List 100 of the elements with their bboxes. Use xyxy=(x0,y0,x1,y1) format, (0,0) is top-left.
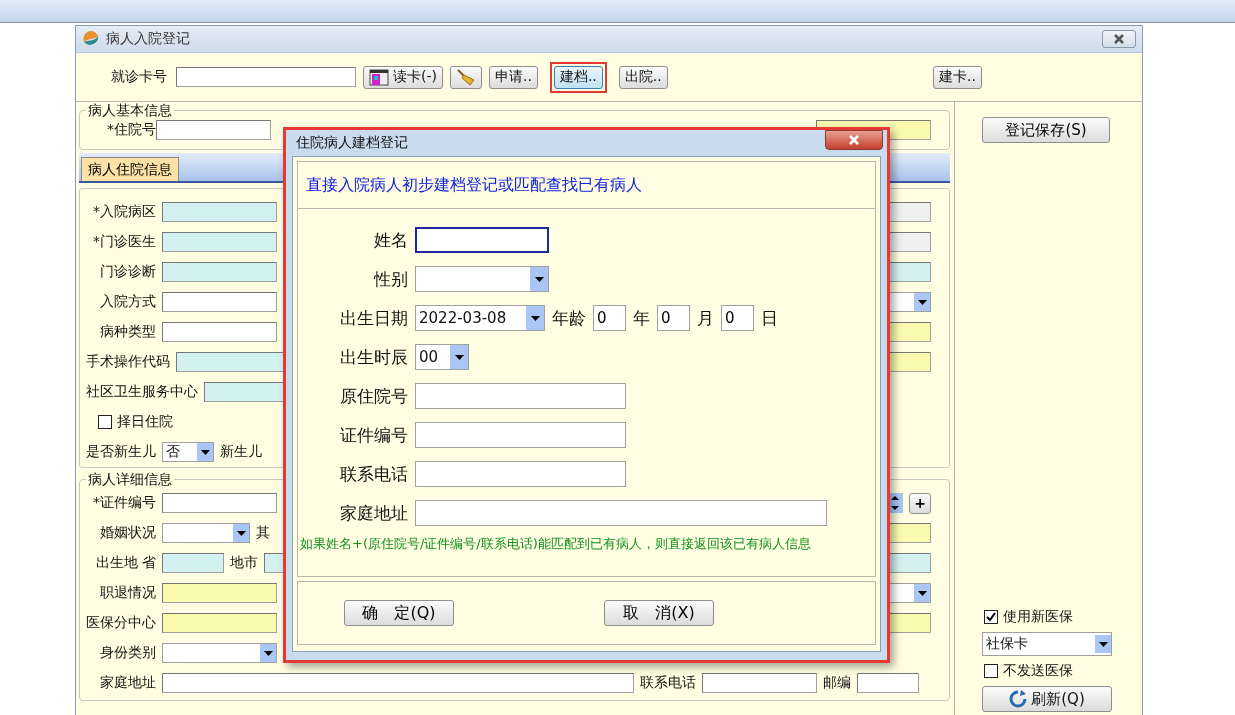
field-label: *证件编号 xyxy=(92,494,156,512)
toolbar-button[interactable]: 建档.. xyxy=(553,65,603,89)
field-label: 家庭地址 xyxy=(99,674,156,692)
save-button[interactable]: 登记保存(S) xyxy=(982,117,1110,143)
field-label: *门诊医生 xyxy=(92,233,156,251)
field-label: 出生地 省 xyxy=(94,554,156,572)
toolbar-button[interactable]: 出院.. xyxy=(618,65,668,89)
unit-label: 年 xyxy=(633,306,650,330)
checkbox[interactable] xyxy=(98,415,112,429)
field-label: *住院号 xyxy=(106,121,156,139)
checkbox[interactable] xyxy=(984,610,998,624)
field-label: 证件编号 xyxy=(339,423,408,447)
dropdown-arrow-icon xyxy=(917,299,927,305)
dialog-button[interactable]: 确 定(Q) xyxy=(344,600,454,626)
text-field[interactable] xyxy=(415,500,827,526)
field-label: 门诊诊断 xyxy=(99,263,156,281)
checkbox[interactable] xyxy=(984,664,998,678)
unit-label: 日 xyxy=(761,306,778,330)
text-field[interactable] xyxy=(415,422,626,448)
dropdown[interactable] xyxy=(162,523,250,543)
toolbar-button[interactable]: 建卡.. xyxy=(933,65,982,89)
number-field[interactable]: 0 xyxy=(721,305,754,331)
close-icon xyxy=(1113,34,1125,44)
close-button[interactable] xyxy=(825,130,883,150)
dropdown[interactable]: 00 xyxy=(415,344,469,370)
text-field[interactable] xyxy=(162,202,277,222)
text-field[interactable] xyxy=(162,583,277,603)
text-field[interactable] xyxy=(162,262,277,282)
field-label: 新生儿 xyxy=(220,443,262,461)
toolbar-button[interactable]: 读卡(-) xyxy=(363,65,443,89)
refresh-icon xyxy=(1009,690,1028,708)
text-field[interactable] xyxy=(162,292,277,312)
dialog-title: 住院病人建档登记 xyxy=(296,134,408,152)
text-field[interactable] xyxy=(415,383,626,409)
dropdown[interactable]: 社保卡 xyxy=(982,632,1112,656)
field-label: 医保分中心 xyxy=(86,614,156,632)
toolbar-button[interactable] xyxy=(450,65,482,89)
dropdown[interactable]: 2022-03-08 xyxy=(415,305,545,331)
field-label: 婚姻状况 xyxy=(99,524,156,542)
text-field[interactable] xyxy=(162,493,277,513)
text-field[interactable] xyxy=(415,227,549,253)
number-field[interactable]: 0 xyxy=(657,305,690,331)
group-title: 病人详细信息 xyxy=(86,471,174,487)
dialog-instruction: 直接入院病人初步建档登记或匹配查找已有病人 xyxy=(306,174,642,196)
refresh-button[interactable]: 刷新(Q) xyxy=(982,686,1112,712)
field-label: 社区卫生服务中心 xyxy=(86,383,198,401)
field-label: 联系电话 xyxy=(640,674,696,692)
text-field[interactable] xyxy=(162,673,634,693)
checkbox-label: 不发送医保 xyxy=(1003,662,1073,680)
dropdown-arrow-icon xyxy=(454,354,464,360)
dropdown[interactable] xyxy=(415,266,549,292)
window-title: 病人入院登记 xyxy=(106,30,190,48)
dropdown-arrow-icon xyxy=(1098,641,1108,647)
dialog-button[interactable]: 取 消(X) xyxy=(604,600,714,626)
checkbox-label: 择日住院 xyxy=(117,413,173,431)
dropdown[interactable] xyxy=(162,643,277,663)
dropdown-arrow-icon xyxy=(236,530,246,536)
text-field[interactable] xyxy=(857,673,919,693)
field-label: 身份类别 xyxy=(99,644,156,662)
up-arrow-icon xyxy=(891,496,899,500)
field-label: 联系电话 xyxy=(339,462,408,486)
field-label: 邮编 xyxy=(823,674,851,692)
dropdown-arrow-icon xyxy=(530,315,540,321)
close-button[interactable] xyxy=(1102,30,1136,48)
text-field[interactable] xyxy=(415,461,626,487)
field-label: 性别 xyxy=(372,267,408,291)
field-label: 地市 xyxy=(230,554,258,572)
app-logo-icon xyxy=(82,30,100,48)
text-field[interactable] xyxy=(176,67,356,87)
broom-icon xyxy=(456,68,476,86)
field-label: 是否新生儿 xyxy=(86,443,156,461)
field-label: 原住院号 xyxy=(339,384,408,408)
dropdown-arrow-icon xyxy=(200,449,210,455)
tab[interactable]: 病人住院信息 xyxy=(81,157,179,181)
text-field[interactable] xyxy=(156,120,271,140)
hint-text: 如果姓名+(原住院号/证件编号/联系电话)能匹配到已有病人，则直接返回该已有病人信息 xyxy=(300,535,812,553)
field-label: 出生时辰 xyxy=(339,345,408,369)
field-label: *入院病区 xyxy=(92,203,156,221)
field-label: 年龄 xyxy=(552,306,586,330)
text-field[interactable] xyxy=(702,673,817,693)
group-title: 病人基本信息 xyxy=(86,102,174,118)
close-icon xyxy=(848,135,860,145)
unit-label: 月 xyxy=(697,306,714,330)
field-label: 手术操作代码 xyxy=(86,353,170,371)
dropdown[interactable]: 否 xyxy=(162,442,214,462)
text-field[interactable] xyxy=(162,553,224,573)
text-field[interactable] xyxy=(162,322,277,342)
dropdown-arrow-icon xyxy=(263,650,273,656)
field-label: 就诊卡号 xyxy=(111,68,167,86)
field-label: 职退情况 xyxy=(99,584,156,602)
dropdown-arrow-icon xyxy=(917,590,927,596)
toolbar-button[interactable]: 申请.. xyxy=(489,65,538,89)
field-label: 病种类型 xyxy=(99,323,156,341)
down-arrow-icon xyxy=(891,506,899,510)
text-field[interactable] xyxy=(162,232,277,252)
number-field[interactable]: 0 xyxy=(593,305,626,331)
card-reader-icon xyxy=(369,68,389,86)
field-label: 其 xyxy=(256,524,270,542)
add-button[interactable]: + xyxy=(909,492,931,514)
text-field[interactable] xyxy=(162,613,277,633)
